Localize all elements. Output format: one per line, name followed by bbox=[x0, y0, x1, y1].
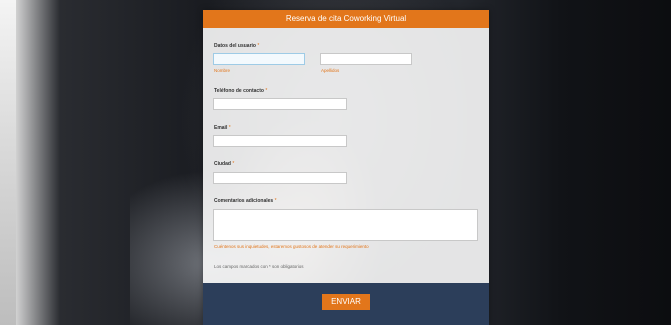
city-label-text: Ciudad bbox=[214, 161, 231, 167]
last-name-input[interactable] bbox=[320, 53, 412, 65]
phone-label: Teléfono de contacto * bbox=[214, 88, 267, 94]
phone-input[interactable] bbox=[213, 98, 347, 110]
user-data-label-text: Datos del usuario bbox=[214, 43, 256, 49]
comments-label-text: Comentarios adicionales bbox=[214, 198, 274, 204]
required-mark: * bbox=[232, 161, 235, 167]
required-mark: * bbox=[228, 125, 231, 131]
last-name-sublabel: Apellidos bbox=[321, 68, 340, 73]
phone-label-text: Teléfono de contacto bbox=[214, 88, 264, 94]
required-fields-note: Los campos marcados con * son obligatori… bbox=[214, 264, 304, 269]
city-input[interactable] bbox=[213, 172, 347, 184]
required-mark: * bbox=[257, 43, 260, 49]
email-input[interactable] bbox=[213, 135, 347, 147]
booking-form: Reserva de cita Coworking Virtual Datos … bbox=[203, 10, 489, 325]
first-name-input[interactable] bbox=[213, 53, 305, 65]
user-data-label: Datos del usuario * bbox=[214, 43, 259, 49]
form-title: Reserva de cita Coworking Virtual bbox=[203, 10, 489, 28]
first-name-sublabel: Nombre bbox=[214, 68, 231, 73]
comments-textarea[interactable] bbox=[213, 209, 478, 241]
city-label: Ciudad * bbox=[214, 161, 234, 167]
submit-button[interactable]: ENVIAR bbox=[322, 294, 370, 310]
background-left-edge bbox=[0, 0, 16, 325]
email-label: Email * bbox=[214, 125, 231, 131]
form-footer: ENVIAR bbox=[203, 283, 489, 325]
comments-label: Comentarios adicionales * bbox=[214, 198, 277, 204]
comments-hint: Cuéntenos sus inquietudes, estaremos gus… bbox=[214, 244, 369, 249]
email-label-text: Email bbox=[214, 125, 228, 131]
required-mark: * bbox=[274, 198, 277, 204]
required-mark: * bbox=[265, 88, 268, 94]
